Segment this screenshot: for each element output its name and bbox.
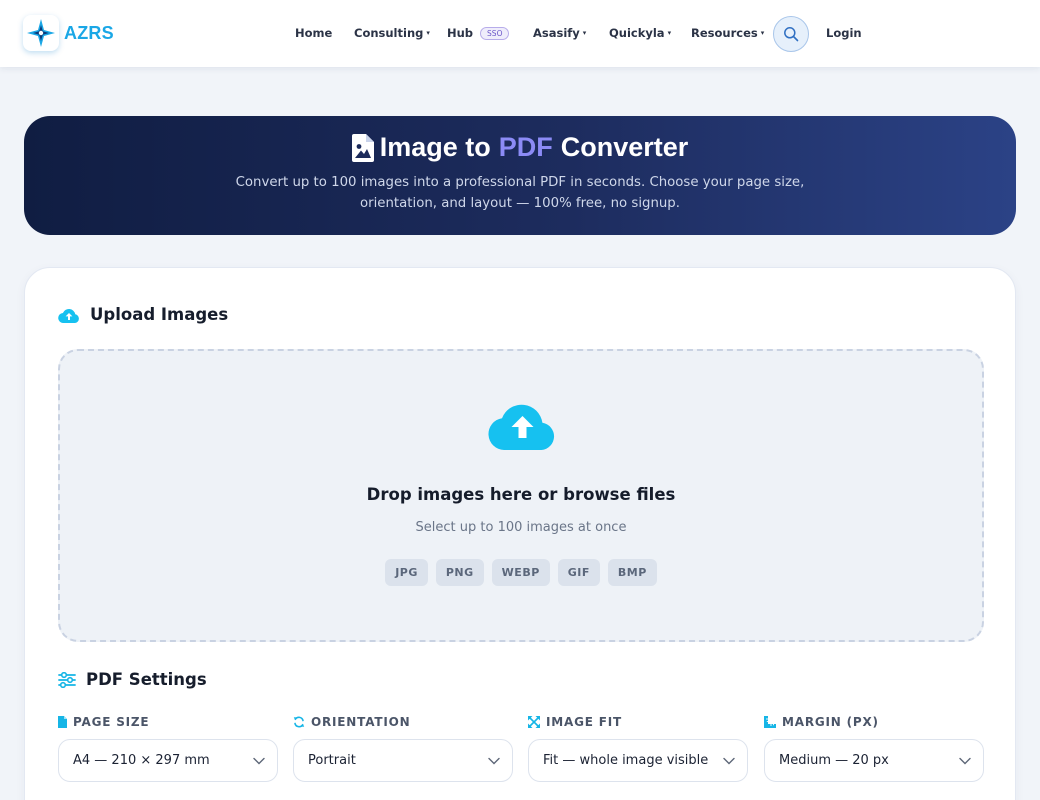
cloud-upload-icon <box>488 404 555 450</box>
nav-item-label: Asasify <box>533 26 580 40</box>
converter-card: Upload Images Drop images here or browse… <box>24 267 1016 800</box>
format-badge-gif: GIF <box>557 559 600 586</box>
page-title: Image to PDF Converter <box>24 132 1016 163</box>
chevron-down-icon <box>723 757 735 764</box>
margin-label-text: MARGIN (PX) <box>782 715 879 729</box>
dropzone-hint: Select up to 100 images at once <box>415 520 627 535</box>
login-link[interactable]: Login <box>826 26 862 40</box>
chevron-down-icon <box>253 757 265 764</box>
image-dropzone[interactable]: Drop images here or browse files Select … <box>58 349 984 642</box>
nav-item-label: Consulting <box>354 26 424 40</box>
nav-item-label: Hub <box>447 26 474 40</box>
format-badges: JPG PNG WEBP GIF BMP <box>60 559 982 586</box>
title-prefix: Image to <box>379 132 491 162</box>
image-fit-label-text: IMAGE FIT <box>546 715 622 729</box>
search-button[interactable] <box>773 16 809 52</box>
format-badge-bmp: BMP <box>607 559 657 586</box>
page-size-label-text: PAGE SIZE <box>73 715 150 729</box>
chevron-down-icon <box>959 757 971 764</box>
top-navbar: AZRS Home Consulting ▾ Hub SSO Asasify ▾ Qu… <box>0 0 1040 67</box>
sliders-icon <box>58 671 76 688</box>
image-fit-value: Fit — whole image visible <box>543 753 709 768</box>
format-badge-png: PNG <box>435 559 484 586</box>
nav-item-resources[interactable]: Resources ▾ <box>691 26 764 40</box>
margin-value: Medium — 20 px <box>779 753 889 768</box>
hero-subtitle: Convert up to 100 images into a professi… <box>235 175 805 211</box>
nav-item-hub[interactable]: Hub SSO <box>447 26 510 40</box>
orientation-label-text: ORIENTATION <box>311 715 411 729</box>
nav-item-consulting[interactable]: Consulting ▾ <box>354 26 430 40</box>
login-label: Login <box>826 26 862 40</box>
title-suffix: Converter <box>560 132 689 162</box>
file-image-icon <box>351 133 374 162</box>
image-fit-select[interactable]: Fit — whole image visible <box>528 739 748 782</box>
caret-down-icon: ▾ <box>426 29 430 37</box>
caret-down-icon: ▾ <box>667 29 672 37</box>
image-fit-label: IMAGE FIT <box>528 715 748 729</box>
page-size-setting: PAGE SIZE A4 — 210 × 297 mm <box>58 715 278 782</box>
format-badge-jpg: JPG <box>385 559 428 586</box>
hero-banner: Image to PDF Converter Convert up to 100… <box>24 116 1016 235</box>
expand-icon <box>528 716 540 728</box>
dropzone-title: Drop images here or browse files <box>366 485 676 504</box>
search-icon <box>784 27 799 42</box>
margin-setting: MARGIN (PX) Medium — 20 px <box>764 715 984 782</box>
sync-icon <box>293 716 305 728</box>
orientation-label: ORIENTATION <box>293 715 513 729</box>
title-accent: PDF <box>498 132 553 162</box>
nav-item-label: Quickyla <box>609 26 665 40</box>
image-fit-setting: IMAGE FIT Fit — whole image visible <box>528 715 748 782</box>
caret-down-icon: ▾ <box>582 29 587 37</box>
caret-down-icon: ▾ <box>760 29 765 37</box>
orientation-setting: ORIENTATION Portrait <box>293 715 513 782</box>
page-size-select[interactable]: A4 — 210 × 297 mm <box>58 739 278 782</box>
nav-item-asasify[interactable]: Asasify ▾ <box>533 26 586 40</box>
nav-item-label: Home <box>295 26 333 40</box>
nav-item-quickyla[interactable]: Quickyla ▾ <box>609 26 671 40</box>
margin-label: MARGIN (PX) <box>764 715 984 729</box>
format-badge-webp: WEBP <box>491 559 550 586</box>
sso-badge: SSO <box>480 27 510 40</box>
settings-section-heading: PDF Settings <box>58 670 207 689</box>
orientation-value: Portrait <box>308 753 356 768</box>
nav-menu: Home Consulting ▾ Hub SSO Asasify ▾ Quickyl… <box>0 0 1040 67</box>
nav-item-label: Resources <box>691 26 758 40</box>
chevron-down-icon <box>488 757 500 764</box>
upload-heading-label: Upload Images <box>90 305 229 324</box>
page-size-value: A4 — 210 × 297 mm <box>73 753 210 768</box>
page-size-label: PAGE SIZE <box>58 715 278 729</box>
settings-heading-label: PDF Settings <box>86 670 207 689</box>
margin-select[interactable]: Medium — 20 px <box>764 739 984 782</box>
nav-item-home[interactable]: Home <box>295 26 332 40</box>
upload-section-heading: Upload Images <box>58 305 228 324</box>
orientation-select[interactable]: Portrait <box>293 739 513 782</box>
cloud-upload-icon <box>58 307 80 323</box>
file-icon <box>58 716 67 728</box>
ruler-icon <box>764 716 776 728</box>
